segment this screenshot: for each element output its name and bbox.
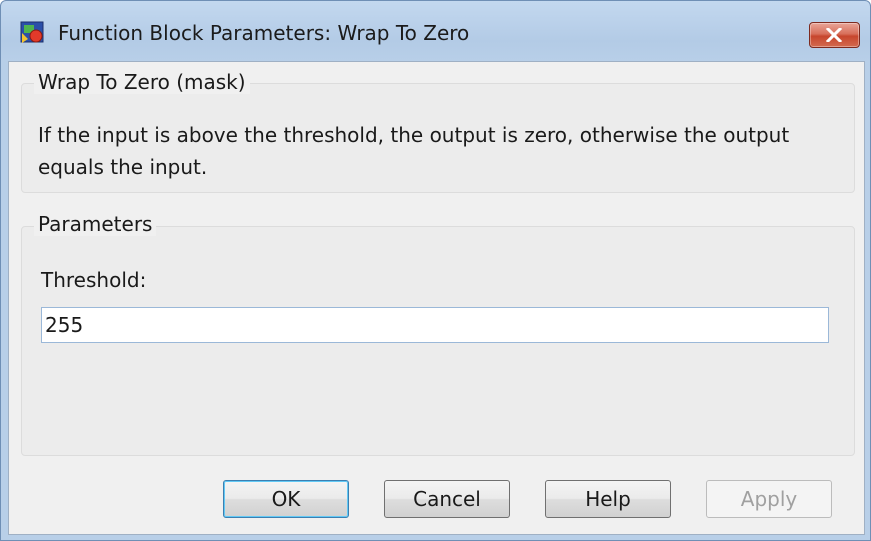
description-group-title: Wrap To Zero (mask) bbox=[34, 70, 250, 94]
parameters-group-title: Parameters bbox=[34, 212, 157, 236]
threshold-label: Threshold: bbox=[41, 268, 147, 292]
dialog-window: Function Block Parameters: Wrap To Zero … bbox=[0, 0, 871, 541]
ok-button[interactable]: OK bbox=[223, 480, 349, 518]
help-button[interactable]: Help bbox=[545, 480, 671, 518]
window-title: Function Block Parameters: Wrap To Zero bbox=[58, 21, 470, 45]
close-button[interactable] bbox=[809, 22, 860, 48]
cancel-button[interactable]: Cancel bbox=[384, 480, 510, 518]
threshold-input[interactable] bbox=[41, 307, 829, 343]
simulink-block-icon bbox=[20, 21, 46, 45]
close-x-icon bbox=[826, 28, 842, 42]
dialog-content: Wrap To Zero (mask) If the input is abov… bbox=[8, 61, 865, 535]
apply-button[interactable]: Apply bbox=[706, 480, 832, 518]
title-bar[interactable]: Function Block Parameters: Wrap To Zero bbox=[1, 1, 870, 61]
description-text: If the input is above the threshold, the… bbox=[38, 123, 790, 179]
